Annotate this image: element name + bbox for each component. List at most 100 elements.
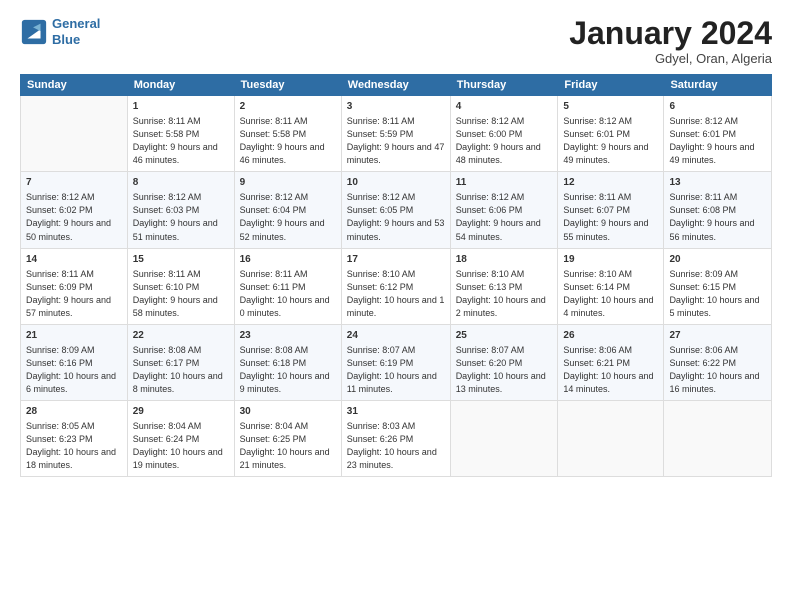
location: Gdyel, Oran, Algeria — [569, 51, 772, 66]
day-number: 14 — [26, 253, 122, 267]
day-number: 5 — [563, 100, 658, 114]
table-row: 20Sunrise: 8:09 AMSunset: 6:15 PMDayligh… — [664, 248, 772, 324]
day-info: Sunrise: 8:09 AMSunset: 6:16 PMDaylight:… — [26, 344, 122, 396]
day-number: 26 — [563, 329, 658, 343]
table-row: 31Sunrise: 8:03 AMSunset: 6:26 PMDayligh… — [341, 400, 450, 476]
day-info: Sunrise: 8:11 AMSunset: 5:58 PMDaylight:… — [240, 115, 336, 167]
table-row: 2Sunrise: 8:11 AMSunset: 5:58 PMDaylight… — [234, 96, 341, 172]
table-row: 13Sunrise: 8:11 AMSunset: 6:08 PMDayligh… — [664, 172, 772, 248]
table-row: 14Sunrise: 8:11 AMSunset: 6:09 PMDayligh… — [21, 248, 128, 324]
day-info: Sunrise: 8:06 AMSunset: 6:22 PMDaylight:… — [669, 344, 766, 396]
day-info: Sunrise: 8:12 AMSunset: 6:01 PMDaylight:… — [563, 115, 658, 167]
day-info: Sunrise: 8:11 AMSunset: 6:07 PMDaylight:… — [563, 191, 658, 243]
day-number: 21 — [26, 329, 122, 343]
table-row: 7Sunrise: 8:12 AMSunset: 6:02 PMDaylight… — [21, 172, 128, 248]
day-number: 19 — [563, 253, 658, 267]
calendar-week-row: 1Sunrise: 8:11 AMSunset: 5:58 PMDaylight… — [21, 96, 772, 172]
day-info: Sunrise: 8:04 AMSunset: 6:24 PMDaylight:… — [133, 420, 229, 472]
calendar-table: Sunday Monday Tuesday Wednesday Thursday… — [20, 74, 772, 477]
table-row: 22Sunrise: 8:08 AMSunset: 6:17 PMDayligh… — [127, 324, 234, 400]
table-row: 11Sunrise: 8:12 AMSunset: 6:06 PMDayligh… — [450, 172, 558, 248]
table-row: 8Sunrise: 8:12 AMSunset: 6:03 PMDaylight… — [127, 172, 234, 248]
day-info: Sunrise: 8:11 AMSunset: 6:09 PMDaylight:… — [26, 268, 122, 320]
day-number: 9 — [240, 176, 336, 190]
day-number: 13 — [669, 176, 766, 190]
table-row: 1Sunrise: 8:11 AMSunset: 5:58 PMDaylight… — [127, 96, 234, 172]
title-area: January 2024 Gdyel, Oran, Algeria — [569, 16, 772, 66]
table-row — [21, 96, 128, 172]
month-title: January 2024 — [569, 16, 772, 51]
table-row: 23Sunrise: 8:08 AMSunset: 6:18 PMDayligh… — [234, 324, 341, 400]
day-number: 17 — [347, 253, 445, 267]
day-info: Sunrise: 8:09 AMSunset: 6:15 PMDaylight:… — [669, 268, 766, 320]
day-info: Sunrise: 8:10 AMSunset: 6:13 PMDaylight:… — [456, 268, 553, 320]
table-row: 26Sunrise: 8:06 AMSunset: 6:21 PMDayligh… — [558, 324, 664, 400]
day-number: 25 — [456, 329, 553, 343]
day-number: 8 — [133, 176, 229, 190]
day-number: 18 — [456, 253, 553, 267]
day-info: Sunrise: 8:07 AMSunset: 6:19 PMDaylight:… — [347, 344, 445, 396]
table-row: 5Sunrise: 8:12 AMSunset: 6:01 PMDaylight… — [558, 96, 664, 172]
table-row — [450, 400, 558, 476]
logo-icon — [20, 18, 48, 46]
day-info: Sunrise: 8:12 AMSunset: 6:03 PMDaylight:… — [133, 191, 229, 243]
table-row: 12Sunrise: 8:11 AMSunset: 6:07 PMDayligh… — [558, 172, 664, 248]
logo-line1: General — [52, 16, 100, 31]
day-number: 31 — [347, 405, 445, 419]
day-number: 6 — [669, 100, 766, 114]
day-number: 4 — [456, 100, 553, 114]
day-info: Sunrise: 8:11 AMSunset: 6:10 PMDaylight:… — [133, 268, 229, 320]
calendar-week-row: 21Sunrise: 8:09 AMSunset: 6:16 PMDayligh… — [21, 324, 772, 400]
header-row: Sunday Monday Tuesday Wednesday Thursday… — [21, 75, 772, 96]
day-number: 1 — [133, 100, 229, 114]
day-number: 11 — [456, 176, 553, 190]
day-info: Sunrise: 8:12 AMSunset: 6:04 PMDaylight:… — [240, 191, 336, 243]
logo-text: General Blue — [52, 16, 100, 47]
table-row: 17Sunrise: 8:10 AMSunset: 6:12 PMDayligh… — [341, 248, 450, 324]
day-number: 24 — [347, 329, 445, 343]
table-row: 21Sunrise: 8:09 AMSunset: 6:16 PMDayligh… — [21, 324, 128, 400]
day-number: 10 — [347, 176, 445, 190]
calendar-week-row: 28Sunrise: 8:05 AMSunset: 6:23 PMDayligh… — [21, 400, 772, 476]
day-info: Sunrise: 8:11 AMSunset: 6:11 PMDaylight:… — [240, 268, 336, 320]
day-number: 29 — [133, 405, 229, 419]
table-row — [558, 400, 664, 476]
table-row: 28Sunrise: 8:05 AMSunset: 6:23 PMDayligh… — [21, 400, 128, 476]
day-info: Sunrise: 8:10 AMSunset: 6:12 PMDaylight:… — [347, 268, 445, 320]
day-info: Sunrise: 8:11 AMSunset: 5:58 PMDaylight:… — [133, 115, 229, 167]
day-number: 16 — [240, 253, 336, 267]
table-row: 18Sunrise: 8:10 AMSunset: 6:13 PMDayligh… — [450, 248, 558, 324]
table-row: 10Sunrise: 8:12 AMSunset: 6:05 PMDayligh… — [341, 172, 450, 248]
col-saturday: Saturday — [664, 75, 772, 96]
day-info: Sunrise: 8:10 AMSunset: 6:14 PMDaylight:… — [563, 268, 658, 320]
table-row: 30Sunrise: 8:04 AMSunset: 6:25 PMDayligh… — [234, 400, 341, 476]
day-number: 2 — [240, 100, 336, 114]
table-row: 29Sunrise: 8:04 AMSunset: 6:24 PMDayligh… — [127, 400, 234, 476]
col-tuesday: Tuesday — [234, 75, 341, 96]
day-number: 12 — [563, 176, 658, 190]
col-monday: Monday — [127, 75, 234, 96]
table-row: 27Sunrise: 8:06 AMSunset: 6:22 PMDayligh… — [664, 324, 772, 400]
day-info: Sunrise: 8:07 AMSunset: 6:20 PMDaylight:… — [456, 344, 553, 396]
table-row: 24Sunrise: 8:07 AMSunset: 6:19 PMDayligh… — [341, 324, 450, 400]
col-thursday: Thursday — [450, 75, 558, 96]
table-row: 3Sunrise: 8:11 AMSunset: 5:59 PMDaylight… — [341, 96, 450, 172]
header: General Blue January 2024 Gdyel, Oran, A… — [20, 16, 772, 66]
logo-line2: Blue — [52, 32, 80, 47]
day-number: 30 — [240, 405, 336, 419]
day-number: 23 — [240, 329, 336, 343]
table-row: 4Sunrise: 8:12 AMSunset: 6:00 PMDaylight… — [450, 96, 558, 172]
day-info: Sunrise: 8:06 AMSunset: 6:21 PMDaylight:… — [563, 344, 658, 396]
table-row: 25Sunrise: 8:07 AMSunset: 6:20 PMDayligh… — [450, 324, 558, 400]
calendar-week-row: 7Sunrise: 8:12 AMSunset: 6:02 PMDaylight… — [21, 172, 772, 248]
day-info: Sunrise: 8:03 AMSunset: 6:26 PMDaylight:… — [347, 420, 445, 472]
day-info: Sunrise: 8:12 AMSunset: 6:01 PMDaylight:… — [669, 115, 766, 167]
day-info: Sunrise: 8:12 AMSunset: 6:05 PMDaylight:… — [347, 191, 445, 243]
day-info: Sunrise: 8:12 AMSunset: 6:02 PMDaylight:… — [26, 191, 122, 243]
day-number: 27 — [669, 329, 766, 343]
table-row: 15Sunrise: 8:11 AMSunset: 6:10 PMDayligh… — [127, 248, 234, 324]
day-info: Sunrise: 8:12 AMSunset: 6:06 PMDaylight:… — [456, 191, 553, 243]
col-friday: Friday — [558, 75, 664, 96]
day-number: 20 — [669, 253, 766, 267]
day-info: Sunrise: 8:08 AMSunset: 6:17 PMDaylight:… — [133, 344, 229, 396]
